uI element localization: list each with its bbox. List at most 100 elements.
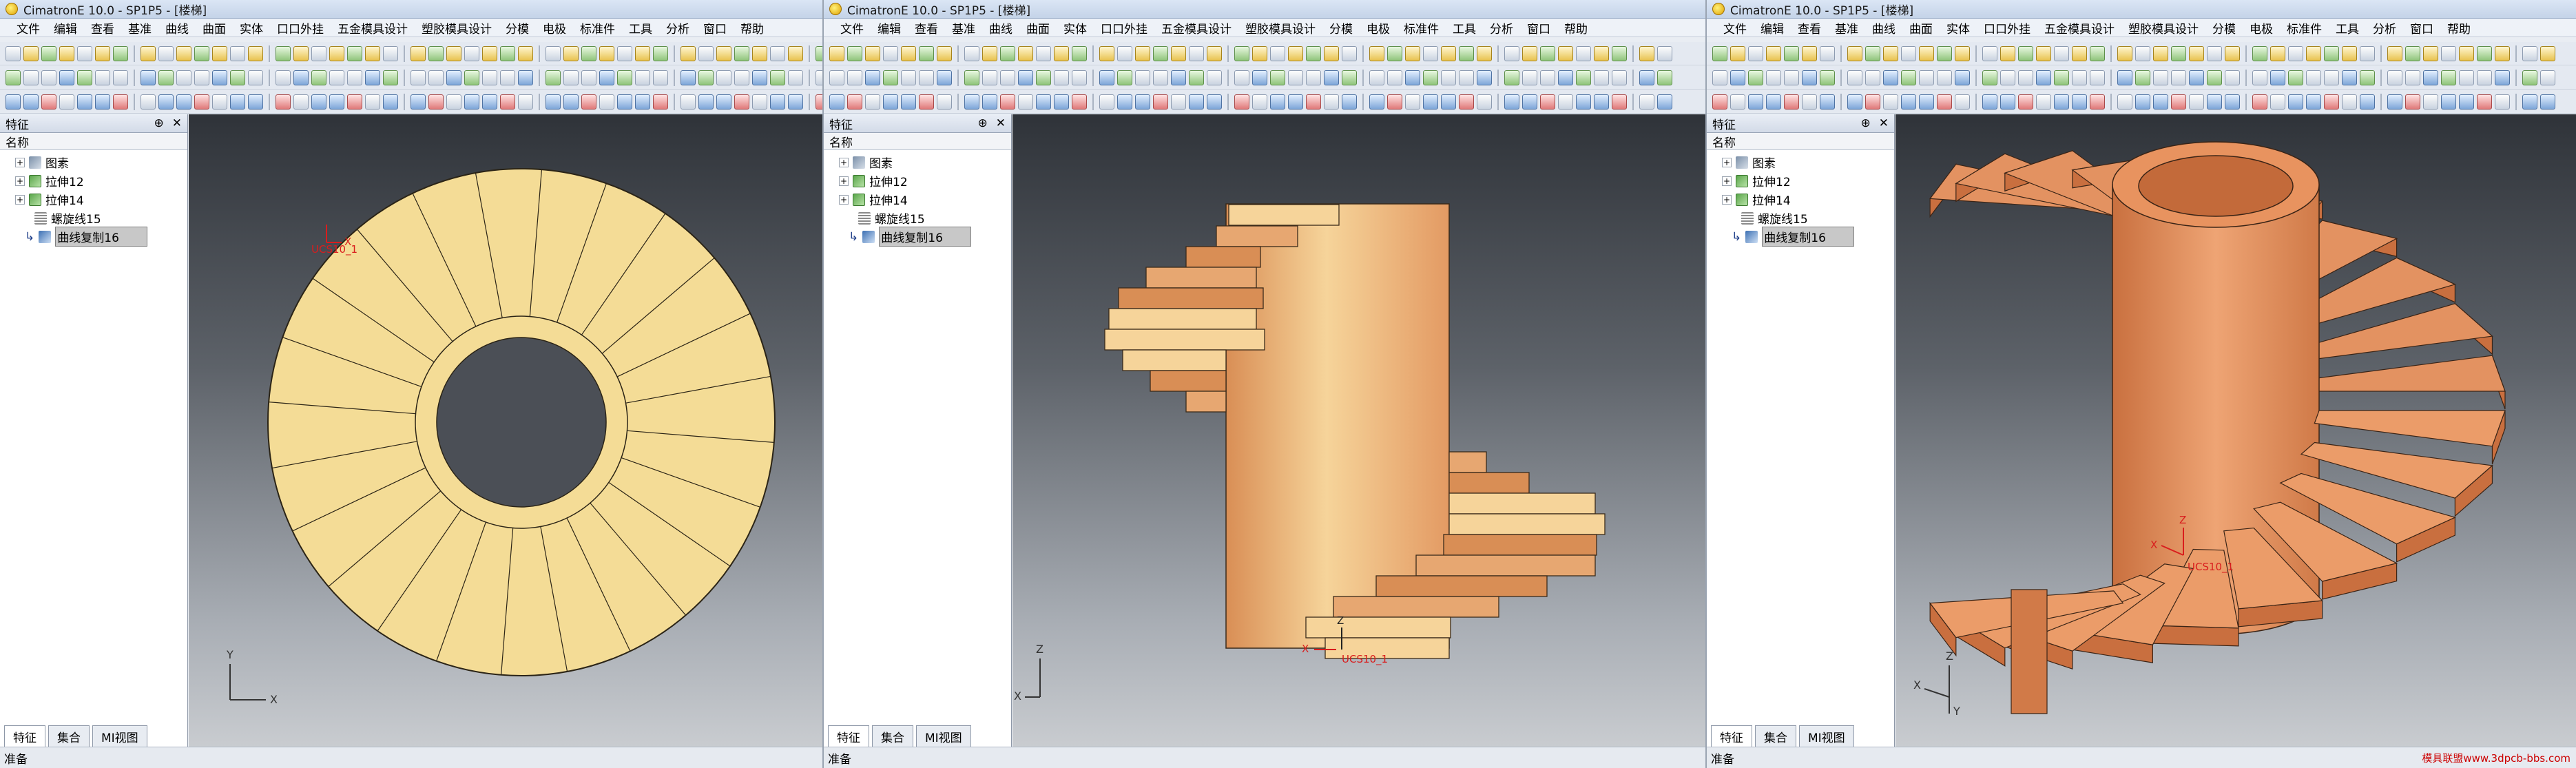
toolbar-tool-icon[interactable] <box>1000 94 1015 110</box>
menu-surface[interactable]: 曲面 <box>202 19 226 37</box>
toolbar-tool-icon[interactable] <box>2036 45 2051 61</box>
toolbar-tool-icon[interactable] <box>2405 70 2420 85</box>
toolbar-tool-icon[interactable] <box>158 45 174 61</box>
graphics-viewport-top[interactable]: X UCS10_1 X Y <box>189 114 822 747</box>
toolbar-tool-icon[interactable] <box>482 94 497 110</box>
toolbar-tool-icon[interactable] <box>347 70 362 85</box>
name-column-header[interactable]: 名称 <box>1707 133 1894 150</box>
toolbar-tool-icon[interactable] <box>1919 45 1934 61</box>
toolbar-tool-icon[interactable] <box>1802 45 1817 61</box>
toolbar-tool-icon[interactable] <box>829 45 844 61</box>
menu-surface[interactable]: 曲面 <box>1026 19 1050 37</box>
toolbar-tool-icon[interactable] <box>1982 70 1997 85</box>
toolbar-tool-icon[interactable] <box>1820 45 1835 61</box>
toolbar-tool-icon[interactable] <box>752 45 767 61</box>
toolbar-tool-icon[interactable] <box>41 94 56 110</box>
toolbar-tool-icon[interactable] <box>1036 94 1051 110</box>
toolbar-tool-icon[interactable] <box>2459 94 2474 110</box>
tab-sets[interactable]: 集合 <box>1755 725 1796 747</box>
toolbar-tool-icon[interactable] <box>2054 45 2069 61</box>
toolbar-tool-icon[interactable] <box>1919 70 1934 85</box>
toolbar-tool-icon[interactable] <box>1288 70 1303 85</box>
toolbar-tool-icon[interactable] <box>1369 70 1384 85</box>
toolbar-tool-icon[interactable] <box>1405 45 1420 61</box>
menu-die-design[interactable]: 五金模具设计 <box>2044 19 2115 37</box>
toolbar-tool-icon[interactable] <box>1901 70 1916 85</box>
toolbar-tool-icon[interactable] <box>248 94 263 110</box>
toolbar-tool-icon[interactable] <box>2135 45 2150 61</box>
toolbar-tool-icon[interactable] <box>1189 45 1204 61</box>
toolbar-tool-icon[interactable] <box>1919 94 1934 110</box>
toolbar-tool-icon[interactable] <box>194 70 209 85</box>
toolbar-tool-icon[interactable] <box>2387 45 2402 61</box>
toolbar-tool-icon[interactable] <box>964 70 979 85</box>
toolbar-tool-icon[interactable] <box>653 94 668 110</box>
toolbar-tool-icon[interactable] <box>1712 45 1727 61</box>
toolbar-tool-icon[interactable] <box>1153 70 1168 85</box>
toolbar-tool-icon[interactable] <box>716 45 731 61</box>
toolbar-tool-icon[interactable] <box>1955 45 1970 61</box>
toolbar-tool-icon[interactable] <box>1477 70 1492 85</box>
toolbar-tool-icon[interactable] <box>1306 70 1321 85</box>
toolbar-tool-icon[interactable] <box>1036 70 1051 85</box>
expand-toggle[interactable]: + <box>1722 194 1732 205</box>
toolbar-tool-icon[interactable] <box>546 70 561 85</box>
toolbar-tool-icon[interactable] <box>599 70 614 85</box>
toolbar-tool-icon[interactable] <box>1072 94 1087 110</box>
toolbar-tool-icon[interactable] <box>176 70 191 85</box>
menu-curve[interactable]: 曲线 <box>989 19 1012 37</box>
toolbar-tool-icon[interactable] <box>1441 70 1456 85</box>
toolbar-tool-icon[interactable] <box>698 70 714 85</box>
toolbar-tool-icon[interactable] <box>2540 70 2555 85</box>
toolbar-tool-icon[interactable] <box>2522 45 2537 61</box>
toolbar-tool-icon[interactable] <box>2495 45 2510 61</box>
menu-mold-design[interactable]: 塑胶模具设计 <box>422 19 492 37</box>
toolbar-tool-icon[interactable] <box>2036 94 2051 110</box>
toolbar-tool-icon[interactable] <box>716 70 731 85</box>
toolbar-tool-icon[interactable] <box>681 45 696 61</box>
toolbar-tool-icon[interactable] <box>1730 94 1745 110</box>
toolbar-tool-icon[interactable] <box>681 70 696 85</box>
toolbar-tool-icon[interactable] <box>617 70 632 85</box>
toolbar-tool-icon[interactable] <box>770 94 785 110</box>
tree-item-helix[interactable]: 螺旋线15 <box>824 209 1011 227</box>
toolbar-tool-icon[interactable] <box>1865 70 1880 85</box>
toolbar-tool-icon[interactable] <box>2153 45 2168 61</box>
toolbar-tool-icon[interactable] <box>428 94 444 110</box>
toolbar-tool-icon[interactable] <box>347 45 362 61</box>
toolbar-tool-icon[interactable] <box>1153 94 1168 110</box>
toolbar-tool-icon[interactable] <box>752 94 767 110</box>
pin-icon[interactable]: ⊕ <box>978 116 988 130</box>
expand-toggle[interactable]: + <box>1722 176 1732 186</box>
toolbar-tool-icon[interactable] <box>1883 70 1898 85</box>
toolbar-tool-icon[interactable] <box>1369 94 1384 110</box>
toolbar-tool-icon[interactable] <box>212 94 227 110</box>
toolbar-tool-icon[interactable] <box>2342 70 2357 85</box>
toolbar-tool-icon[interactable] <box>919 70 934 85</box>
toolbar-tool-icon[interactable] <box>1252 70 1267 85</box>
toolbar-tool-icon[interactable] <box>464 94 479 110</box>
toolbar-tool-icon[interactable] <box>2405 94 2420 110</box>
toolbar-tool-icon[interactable] <box>865 94 880 110</box>
toolbar-tool-icon[interactable] <box>2441 94 2456 110</box>
toolbar-tool-icon[interactable] <box>383 70 398 85</box>
toolbar-tool-icon[interactable] <box>1369 45 1384 61</box>
toolbar-tool-icon[interactable] <box>1730 45 1745 61</box>
toolbar-tool-icon[interactable] <box>901 94 916 110</box>
toolbar-tool-icon[interactable] <box>446 94 461 110</box>
toolbar-tool-icon[interactable] <box>1522 70 1537 85</box>
toolbar-tool-icon[interactable] <box>1522 45 1537 61</box>
menu-analysis[interactable]: 分析 <box>666 19 689 37</box>
toolbar-tool-icon[interactable] <box>1955 70 1970 85</box>
toolbar-tool-icon[interactable] <box>23 45 39 61</box>
toolbar-tool-icon[interactable] <box>6 70 21 85</box>
toolbar-tool-icon[interactable] <box>2495 70 2510 85</box>
toolbar-tool-icon[interactable] <box>1847 70 1862 85</box>
toolbar-tool-icon[interactable] <box>599 45 614 61</box>
toolbar-tool-icon[interactable] <box>2054 70 2069 85</box>
toolbar-tool-icon[interactable] <box>293 45 309 61</box>
toolbar-tool-icon[interactable] <box>1441 94 1456 110</box>
menu-tools[interactable]: 工具 <box>1453 19 1476 37</box>
toolbar-tool-icon[interactable] <box>1847 45 1862 61</box>
toolbar-tool-icon[interactable] <box>1342 70 1357 85</box>
